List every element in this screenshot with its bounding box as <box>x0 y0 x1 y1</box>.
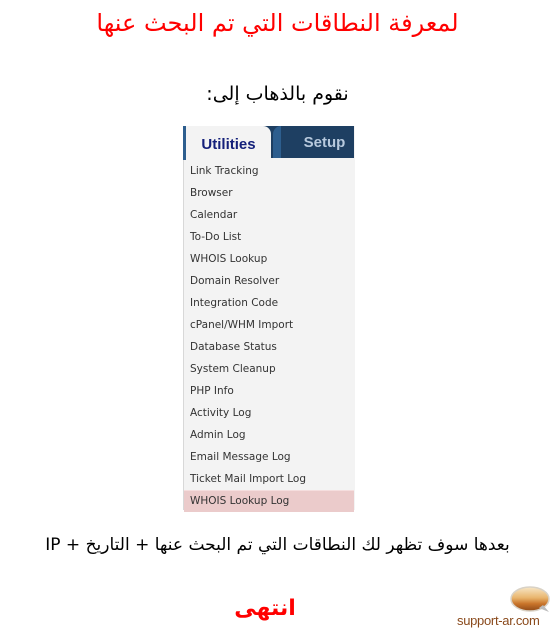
menu-item-link-tracking[interactable]: Link Tracking <box>184 160 354 182</box>
tab-setup[interactable]: Setup <box>281 126 354 158</box>
menu-item-php-info[interactable]: PHP Info <box>184 380 354 402</box>
menu-item-integration-code[interactable]: Integration Code <box>184 292 354 314</box>
menu-item-system-cleanup[interactable]: System Cleanup <box>184 358 354 380</box>
menu-item-admin-log[interactable]: Admin Log <box>184 424 354 446</box>
speech-bubble-logo-icon <box>510 586 550 612</box>
instruction-text: نقوم بالذهاب إلى: <box>206 83 349 105</box>
menu-item-ticket-mail-import-log[interactable]: Ticket Mail Import Log <box>184 468 354 490</box>
utilities-menu: Link Tracking Browser Calendar To-Do List WH… <box>184 160 354 512</box>
description-text: بعدها سوف تظهر لك النطاقات التي تم البحث… <box>45 535 510 555</box>
menu-item-calendar[interactable]: Calendar <box>184 204 354 226</box>
menu-item-activity-log[interactable]: Activity Log <box>184 402 354 424</box>
menu-item-cpanel-whm-import[interactable]: cPanel/WHM Import <box>184 314 354 336</box>
menu-item-to-do-list[interactable]: To-Do List <box>184 226 354 248</box>
page-title: لمعرفة النطاقات التي تم البحث عنها <box>96 9 459 37</box>
menu-item-domain-resolver[interactable]: Domain Resolver <box>184 270 354 292</box>
tab-utilities[interactable]: Utilities <box>183 126 271 160</box>
end-text: انتهى <box>234 596 296 621</box>
site-logo: support-ar.com <box>455 585 555 630</box>
menu-item-whois-lookup-log[interactable]: WHOIS Lookup Log <box>184 490 354 512</box>
logo-text: support-ar.com <box>457 613 540 628</box>
menu-item-email-message-log[interactable]: Email Message Log <box>184 446 354 468</box>
menu-item-database-status[interactable]: Database Status <box>184 336 354 358</box>
menu-item-whois-lookup[interactable]: WHOIS Lookup <box>184 248 354 270</box>
tab-separator <box>273 126 281 158</box>
menu-item-browser[interactable]: Browser <box>184 182 354 204</box>
